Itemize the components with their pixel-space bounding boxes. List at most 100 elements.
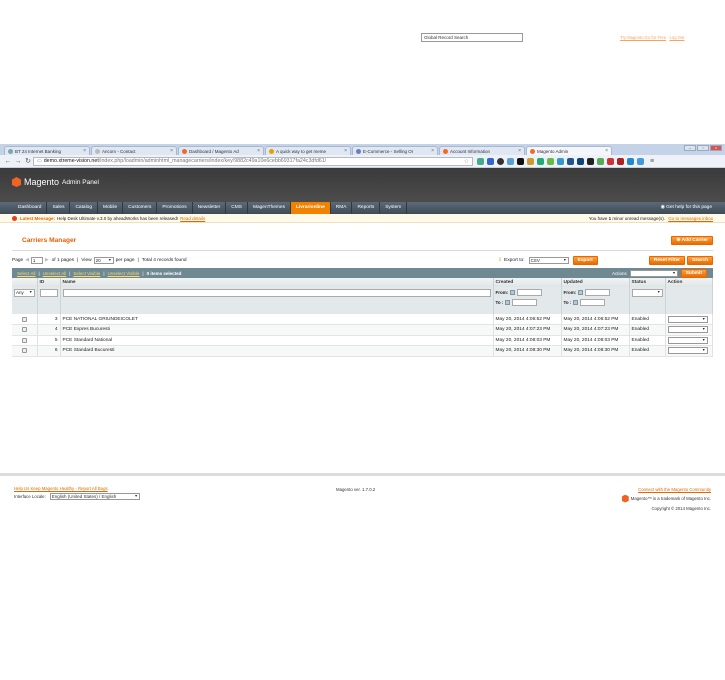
close-icon[interactable]: × [170, 148, 173, 154]
unselect-visible-link[interactable]: Unselect Visible [107, 271, 139, 276]
browser-tab[interactable]: A quick way to get meme × [265, 146, 351, 155]
table-row[interactable]: 3 PCE NATIONAL GRIUNDEICOLET May 20, 201… [12, 314, 713, 325]
read-details-link[interactable]: Read details [180, 216, 205, 221]
report-bugs-link[interactable]: Help Us Keep Magento Healthy - Report Al… [14, 486, 108, 491]
extension-icon[interactable] [567, 157, 574, 165]
view-select[interactable]: 20 [93, 257, 114, 264]
nav-magenthemes[interactable]: MagenThemes [248, 202, 291, 214]
table-row[interactable]: 5 PCE Standard National May 20, 2014 4:0… [12, 335, 713, 346]
nav-mobile[interactable]: Mobile [98, 202, 124, 214]
close-icon[interactable]: × [605, 148, 608, 154]
row-checkbox[interactable] [21, 316, 27, 322]
back-icon[interactable]: ← [3, 158, 13, 165]
nav-promotions[interactable]: Promotions [157, 202, 193, 214]
select-all-link[interactable]: Select All [17, 271, 36, 276]
reset-filter-button[interactable]: Reset Filter [648, 256, 685, 265]
locale-select[interactable]: English (United States) / English [49, 492, 140, 500]
close-window-icon[interactable]: × [710, 145, 722, 151]
search-button[interactable]: Search [687, 256, 713, 265]
status-filter[interactable] [631, 289, 663, 297]
extension-icon[interactable] [587, 157, 594, 165]
extension-icon[interactable] [627, 157, 634, 165]
unselect-all-link[interactable]: Unselect All [43, 271, 67, 276]
export-button[interactable]: Export [572, 256, 598, 265]
row-checkbox[interactable] [21, 348, 27, 354]
row-checkbox[interactable] [21, 337, 27, 343]
nav-catalog[interactable]: Catalog [70, 202, 99, 214]
calendar-icon[interactable] [505, 300, 511, 305]
col-updated[interactable]: Updated [561, 278, 630, 287]
nav-system[interactable]: System [380, 202, 408, 214]
magento-logo[interactable]: Magento Admin Panel [12, 177, 99, 187]
calendar-icon[interactable] [510, 290, 516, 295]
close-icon[interactable]: × [83, 148, 86, 154]
browser-tab-active[interactable]: Magento Admin × [526, 146, 612, 155]
close-icon[interactable]: × [344, 148, 347, 154]
nav-sales[interactable]: Sales [47, 202, 71, 214]
row-action-select[interactable] [667, 336, 708, 344]
extension-icon[interactable] [557, 157, 564, 165]
close-icon[interactable]: × [431, 148, 434, 154]
row-action-select[interactable] [667, 347, 708, 355]
add-carrier-button[interactable]: ⊕ Add Carrier [671, 236, 713, 245]
extension-icon[interactable] [487, 157, 494, 165]
row-action-select[interactable] [667, 315, 708, 323]
close-icon[interactable]: × [257, 148, 260, 154]
extension-icon[interactable] [597, 157, 604, 165]
updated-from-input[interactable] [585, 289, 611, 296]
community-link[interactable]: Connect with the Magento Community [638, 487, 711, 492]
menu-icon[interactable]: ≡ [647, 158, 657, 165]
reload-icon[interactable]: ↻ [23, 157, 33, 165]
extension-icon[interactable] [577, 157, 584, 165]
nav-customers[interactable]: Customers [123, 202, 158, 214]
select-visible-link[interactable]: Select Visible [73, 271, 100, 276]
id-filter[interactable] [39, 289, 58, 297]
next-page-icon[interactable]: ▶ [45, 258, 49, 263]
nav-livrarionline[interactable]: Livrarionline [290, 202, 331, 214]
name-filter[interactable] [62, 289, 491, 297]
table-row[interactable]: 4 PCE Expres Bucuresti May 20, 2014 4:07… [12, 324, 713, 336]
submit-button[interactable]: Submit [680, 269, 707, 278]
select-filter[interactable]: Any [14, 289, 35, 297]
extension-icon[interactable] [637, 157, 644, 165]
logout-link[interactable]: Log Out [670, 35, 685, 40]
extension-icon[interactable] [607, 157, 614, 165]
extension-icon[interactable] [547, 157, 554, 165]
table-row[interactable]: 6 PCE Standard Bucuresti May 20, 2014 4:… [12, 345, 713, 357]
col-status[interactable]: Status [629, 278, 666, 287]
maximize-icon[interactable]: ▫ [697, 145, 709, 151]
bookmark-star-icon[interactable]: ☆ [464, 158, 469, 165]
actions-select[interactable] [629, 270, 678, 277]
browser-tab[interactable]: E-Commerce - Selling Or × [352, 146, 438, 155]
nav-dashboard[interactable]: Dashboard [13, 202, 48, 214]
calendar-icon[interactable] [578, 290, 584, 295]
nav-rma[interactable]: RMA [331, 202, 353, 214]
col-name[interactable]: Name [60, 278, 494, 287]
close-icon[interactable]: × [518, 148, 521, 154]
extension-icon[interactable] [477, 157, 484, 165]
browser-tab[interactable]: Ancom - Contact × [91, 146, 177, 155]
url-input[interactable]: ▭ demo.xtreme-vision.net/index.php/loadm… [33, 156, 473, 166]
nav-newsletter[interactable]: Newsletter [193, 202, 227, 214]
minimize-icon[interactable]: – [684, 145, 696, 151]
browser-tab[interactable]: BT 24 Internet Banking × [4, 146, 90, 155]
get-help-link[interactable]: ◉ Get help for this page [661, 205, 712, 210]
created-from-input[interactable] [517, 289, 543, 296]
browser-tab[interactable]: Account Information × [439, 146, 525, 155]
messages-inbox-link[interactable]: Go to messages inbox [668, 216, 713, 221]
created-to-input[interactable] [512, 299, 538, 306]
extension-icon[interactable] [517, 157, 524, 165]
extension-icon[interactable] [527, 157, 534, 165]
forward-icon[interactable]: → [13, 158, 23, 165]
updated-to-input[interactable] [580, 299, 606, 306]
prev-page-icon[interactable]: ◀ [25, 258, 29, 263]
col-id[interactable]: ID [37, 278, 61, 287]
row-action-select[interactable] [667, 326, 708, 334]
extension-icon[interactable] [537, 157, 544, 165]
col-created[interactable]: Created [493, 278, 562, 287]
page-input[interactable]: 1 [30, 257, 43, 264]
extension-icon[interactable] [617, 157, 624, 165]
global-search-input[interactable]: Global Record Search [421, 33, 523, 42]
nav-reports[interactable]: Reports [352, 202, 381, 214]
nav-cms[interactable]: CMS [226, 202, 248, 214]
